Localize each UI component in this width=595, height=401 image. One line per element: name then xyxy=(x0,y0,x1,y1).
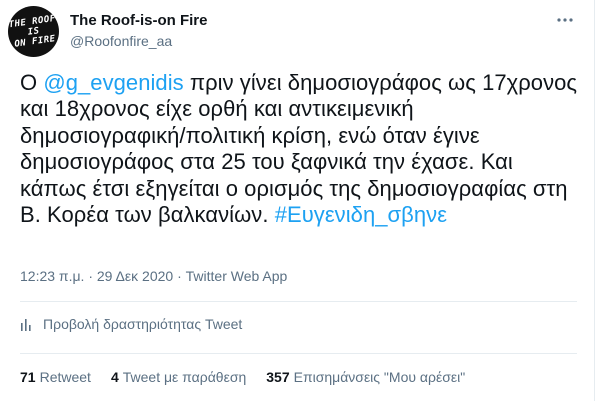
quotes-label: Tweet με παράθεση xyxy=(122,369,247,385)
tweet-stats: 71 Retweet 4 Tweet με παράθεση 357 Επισημάν… xyxy=(20,369,485,385)
retweets-count: 71 xyxy=(20,369,36,385)
retweets-stat[interactable]: 71 Retweet xyxy=(20,369,91,385)
divider xyxy=(20,301,577,302)
retweets-label: Retweet xyxy=(39,369,91,385)
activity-label: Προβολή δραστηριότητας Tweet xyxy=(43,316,243,332)
mention-link[interactable]: @g_evgenidis xyxy=(43,70,183,95)
tweet-text: Ο @g_evgenidis πριν γίνει δημοσιογράφος … xyxy=(20,70,580,228)
more-options-icon xyxy=(557,18,573,22)
author-display-name[interactable]: The Roof-is-on Fire xyxy=(70,12,208,30)
likes-stat[interactable]: 357 Επισημάνσεις "Μου αρέσει" xyxy=(266,369,465,385)
divider xyxy=(20,353,577,354)
tweet-text-start: Ο xyxy=(20,70,44,95)
view-tweet-activity-link[interactable]: Προβολή δραστηριότητας Tweet xyxy=(20,316,242,332)
quote-tweets-stat[interactable]: 4 Tweet με παράθεση xyxy=(111,369,246,385)
likes-count: 357 xyxy=(266,369,290,385)
quotes-count: 4 xyxy=(110,369,119,385)
more-options-button[interactable] xyxy=(555,10,575,30)
likes-label: Επισημάνσεις "Μου αρέσει" xyxy=(293,369,466,385)
tweet-card: THE ROOF IS ON FIRE The Roof-is-on Fire … xyxy=(0,0,595,401)
author-handle[interactable]: @Roofonfire_aa xyxy=(70,32,208,50)
tweet-timestamp[interactable]: 12:23 π.μ. · 29 Δεκ 2020 · Twitter Web A… xyxy=(20,268,287,284)
avatar[interactable]: THE ROOF IS ON FIRE xyxy=(8,6,59,57)
avatar-logo-text: THE ROOF IS ON FIRE xyxy=(8,13,57,50)
hashtag-link[interactable]: #Ευγενιδη_σβηνε xyxy=(275,202,447,227)
author-info: The Roof-is-on Fire @Roofonfire_aa xyxy=(70,12,208,50)
activity-bar-chart-icon xyxy=(21,319,31,331)
